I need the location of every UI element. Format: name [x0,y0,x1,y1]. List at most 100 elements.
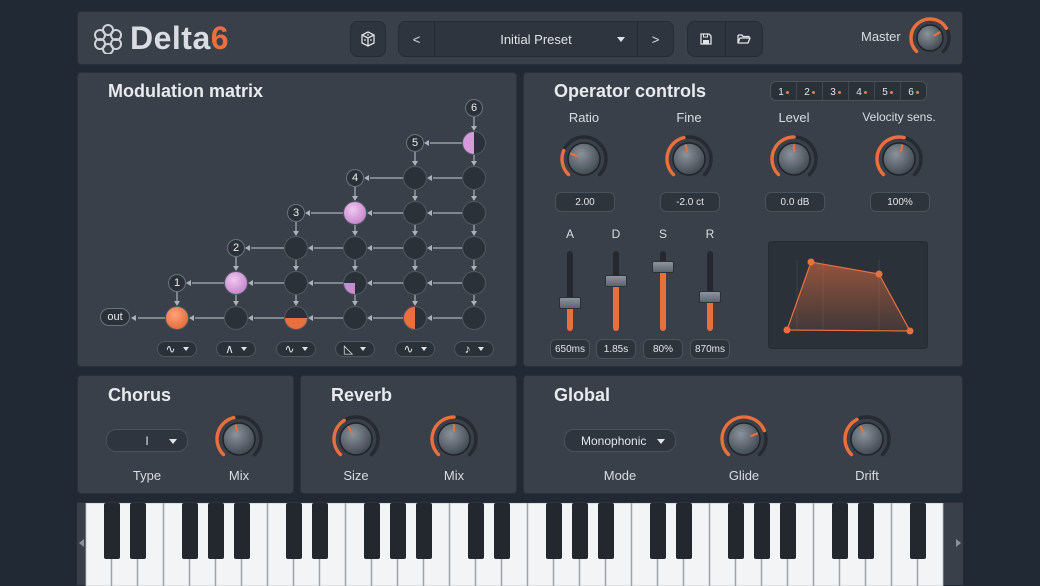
operator-controls-title: Operator controls [554,81,707,101]
matrix-node-2-2[interactable] [224,271,248,295]
black-key[interactable] [780,503,796,559]
slider-thumb[interactable] [559,297,581,309]
black-key[interactable] [728,503,744,559]
chevron-down-icon [182,347,189,351]
black-key[interactable] [312,503,328,559]
operator-value-4[interactable]: 100% [870,192,930,212]
operator-knob-1[interactable] [559,134,609,184]
operator-tab-5[interactable]: 5 [875,82,901,100]
matrix-node-6-5[interactable] [462,166,486,190]
black-key[interactable] [910,503,926,559]
chorus-type-dropdown[interactable]: I [106,429,188,452]
black-key[interactable] [104,503,120,559]
chevron-down-icon [169,439,177,444]
operator-tab-4[interactable]: 4 [849,82,875,100]
adsr-s-value[interactable]: 80% [643,339,683,359]
operator-tab-1[interactable]: 1 [771,82,797,100]
black-key[interactable] [234,503,250,559]
chorus-mix-knob[interactable] [214,414,264,464]
matrix-node-4-1[interactable] [343,306,367,330]
matrix-node-1-1[interactable] [165,306,189,330]
adsr-r-value[interactable]: 870ms [690,339,730,359]
operator-value-3[interactable]: 0.0 dB [765,192,825,212]
waveform-select-2[interactable]: ∧ [216,341,256,357]
save-button[interactable] [688,22,726,56]
matrix-node-5-3[interactable] [403,236,427,260]
slider-thumb[interactable] [652,261,674,273]
waveform-select-6[interactable]: ♪ [454,341,494,357]
black-key[interactable] [650,503,666,559]
slider-thumb[interactable] [699,291,721,303]
operator-tab-6[interactable]: 6 [901,82,926,100]
black-key[interactable] [286,503,302,559]
waveform-select-3[interactable]: ∿ [276,341,316,357]
next-preset-button[interactable]: > [637,22,673,56]
slider-fill [660,267,666,331]
operator-knob-4[interactable] [874,134,924,184]
operator-value-1[interactable]: 2.00 [555,192,615,212]
adsr-d-value[interactable]: 1.85s [596,339,636,359]
glide-knob[interactable] [719,414,769,464]
operator-value-2[interactable]: -2.0 ct [660,192,720,212]
chevron-down-icon [657,439,665,444]
matrix-node-6-6[interactable] [462,131,486,155]
black-key[interactable] [598,503,614,559]
matrix-node-4-2[interactable] [343,271,367,295]
black-key[interactable] [130,503,146,559]
matrix-node-5-2[interactable] [403,271,427,295]
matrix-node-6-3[interactable] [462,236,486,260]
black-key[interactable] [754,503,770,559]
matrix-node-5-4[interactable] [403,201,427,225]
adsr-a-value[interactable]: 650ms [550,339,590,359]
matrix-node-3-3[interactable] [284,236,308,260]
operator-knob-2[interactable] [664,134,714,184]
black-key[interactable] [390,503,406,559]
matrix-node-4-3[interactable] [343,236,367,260]
black-key[interactable] [468,503,484,559]
black-key[interactable] [364,503,380,559]
chevron-down-icon [240,347,247,351]
drift-knob[interactable] [842,414,892,464]
adsr-a-slider[interactable] [567,251,573,331]
waveform-select-4[interactable]: ◺ [335,341,375,357]
master-knob[interactable] [908,16,952,60]
matrix-node-5-1[interactable] [403,306,427,330]
black-key[interactable] [832,503,848,559]
operator-tab-label: 4 [856,86,862,98]
adsr-d-slider[interactable] [613,251,619,331]
black-key[interactable] [676,503,692,559]
reverb-mix-knob[interactable] [429,414,479,464]
matrix-node-6-2[interactable] [462,271,486,295]
black-key[interactable] [572,503,588,559]
black-key[interactable] [546,503,562,559]
matrix-node-3-1[interactable] [284,306,308,330]
mode-dropdown[interactable]: Monophonic [564,429,676,452]
matrix-node-5-5[interactable] [403,166,427,190]
matrix-node-6-1[interactable] [462,306,486,330]
matrix-node-4-4[interactable] [343,201,367,225]
matrix-node-2-1[interactable] [224,306,248,330]
operator-tab-3[interactable]: 3 [823,82,849,100]
reverb-mix-label: Mix [443,468,465,483]
operator-number-5: 5 [406,134,424,152]
folder-icon [737,34,751,44]
tab-dot [785,90,789,94]
reverb-size-knob[interactable] [331,414,381,464]
black-key[interactable] [494,503,510,559]
randomize-button[interactable] [350,21,386,57]
open-button[interactable] [726,22,763,56]
chevron-down-icon [420,347,427,351]
matrix-node-6-4[interactable] [462,201,486,225]
black-key[interactable] [182,503,198,559]
waveform-select-5[interactable]: ∿ [395,341,435,357]
slider-thumb[interactable] [605,275,627,287]
prev-preset-button[interactable]: < [399,22,435,56]
preset-dropdown[interactable]: Initial Preset [435,22,637,56]
operator-knob-3[interactable] [769,134,819,184]
black-key[interactable] [208,503,224,559]
black-key[interactable] [858,503,874,559]
black-key[interactable] [416,503,432,559]
matrix-node-3-2[interactable] [284,271,308,295]
waveform-select-1[interactable]: ∿ [157,341,197,357]
operator-tab-2[interactable]: 2 [797,82,823,100]
